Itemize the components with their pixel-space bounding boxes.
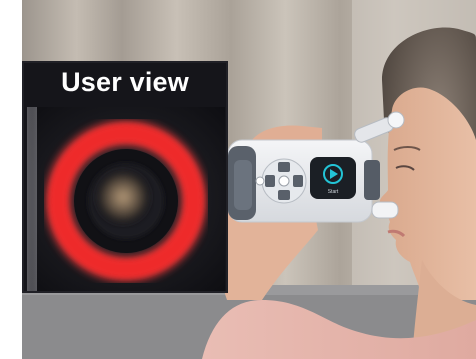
device-screen-label: Start bbox=[328, 189, 339, 195]
photo: Start User view bbox=[0, 0, 476, 359]
user-view-panel: User view bbox=[22, 61, 228, 293]
red-ring-view bbox=[27, 107, 225, 291]
dpad-icon bbox=[261, 158, 307, 204]
user-view-title: User view bbox=[61, 67, 189, 97]
